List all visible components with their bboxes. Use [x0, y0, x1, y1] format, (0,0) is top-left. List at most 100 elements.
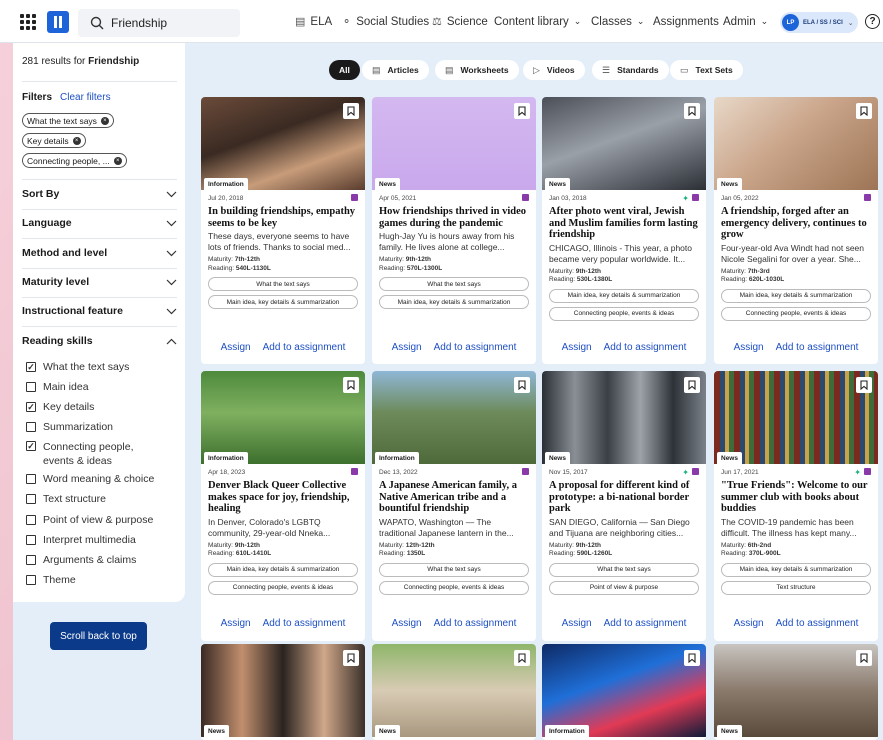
checkbox-1[interactable]: ✓ What the text says — [26, 361, 129, 373]
tab-all[interactable]: All — [329, 60, 360, 80]
bookmark-icon[interactable] — [343, 650, 359, 666]
bookmark-icon[interactable] — [684, 650, 700, 666]
checkbox-10[interactable]: Arguments & claims — [26, 554, 136, 566]
checkbox-7[interactable]: Text structure — [26, 493, 106, 505]
bookmark-icon[interactable] — [343, 103, 359, 119]
accordion-sort-by[interactable]: Sort By — [22, 184, 177, 204]
apps-grid-icon[interactable] — [20, 14, 36, 30]
assign-link[interactable]: Assign — [392, 618, 422, 629]
card-title[interactable]: A Japanese American family, a Native Ame… — [379, 480, 531, 515]
accordion-language[interactable]: Language — [22, 213, 177, 233]
assign-link[interactable]: Assign — [562, 618, 592, 629]
content-card[interactable]: Information Dec 13, 2022 A Japanese Americ… — [372, 371, 536, 641]
checkbox-2[interactable]: Main idea — [26, 381, 89, 393]
skill-tag[interactable]: What the text says — [379, 277, 529, 291]
card-thumbnail[interactable]: Information — [201, 371, 365, 464]
accordion-maturity-level[interactable]: Maturity level — [22, 272, 177, 292]
add-to-assignment-link[interactable]: Add to assignment — [263, 342, 346, 353]
skill-tag[interactable]: Main idea, key details & summarization — [721, 562, 871, 577]
checked-icon[interactable]: ✓ — [26, 441, 36, 451]
skill-tag[interactable]: Main idea, key details & summarization — [379, 295, 529, 309]
user-menu[interactable]: LP ELA / SS / SCI ⌄ — [780, 12, 858, 33]
content-card[interactable]: News — [201, 644, 365, 740]
content-card[interactable]: News Apr 05, 2021 How friendships thrived … — [372, 97, 536, 364]
add-to-assignment-link[interactable]: Add to assignment — [434, 618, 517, 629]
card-title[interactable]: After photo went viral, Jewish and Musli… — [549, 206, 701, 241]
checkbox-5[interactable]: ✓ Connecting people, events & ideas — [26, 440, 166, 468]
add-to-assignment-link[interactable]: Add to assignment — [263, 618, 346, 629]
tab-text-sets[interactable]: ▭ Text Sets — [670, 60, 743, 80]
skill-tag[interactable]: Main idea, key details & summarization — [549, 288, 699, 303]
tab-worksheets[interactable]: ▤ Worksheets — [435, 60, 519, 80]
unchecked-icon[interactable] — [26, 535, 36, 545]
bookmark-icon[interactable] — [514, 377, 530, 393]
checked-icon[interactable]: ✓ — [26, 402, 36, 412]
nav-content-library[interactable]: Content library ⌄ — [494, 0, 581, 43]
filter-chip[interactable]: Key details × — [22, 133, 86, 148]
accordion-reading-skills[interactable]: Reading skills — [22, 331, 177, 351]
bookmark-icon[interactable] — [684, 377, 700, 393]
filter-chip[interactable]: What the text says × — [22, 113, 114, 128]
checked-icon[interactable]: ✓ — [26, 362, 36, 372]
checkbox-8[interactable]: Point of view & purpose — [26, 514, 153, 526]
nav-assignments[interactable]: Assignments — [653, 0, 719, 43]
card-thumbnail[interactable]: Information — [201, 97, 365, 190]
skill-tag[interactable]: What the text says — [379, 562, 529, 577]
card-thumbnail[interactable]: News — [542, 97, 706, 190]
content-card[interactable]: News Nov 15, 2017 ✦ A proposal for differen… — [542, 371, 706, 641]
checkbox-3[interactable]: ✓ Key details — [26, 401, 94, 413]
checkbox-4[interactable]: Summarization — [26, 421, 113, 433]
unchecked-icon[interactable] — [26, 555, 36, 565]
nav-classes[interactable]: Classes ⌄ — [591, 0, 644, 43]
assign-link[interactable]: Assign — [221, 342, 251, 353]
checkbox-9[interactable]: Interpret multimedia — [26, 534, 136, 546]
search-box[interactable] — [78, 9, 240, 37]
card-thumbnail[interactable]: News — [714, 371, 878, 464]
unchecked-icon[interactable] — [26, 474, 36, 484]
skill-tag[interactable]: Main idea, key details & summarization — [721, 288, 871, 303]
card-thumbnail[interactable]: Information — [372, 371, 536, 464]
assign-link[interactable]: Assign — [221, 618, 251, 629]
bookmark-icon[interactable] — [856, 650, 872, 666]
card-title[interactable]: Denver Black Queer Collective makes spac… — [208, 480, 360, 515]
skill-tag[interactable]: Main idea, key details & summarization — [208, 562, 358, 577]
add-to-assignment-link[interactable]: Add to assignment — [776, 618, 859, 629]
assign-link[interactable]: Assign — [734, 342, 764, 353]
nav-admin[interactable]: Admin ⌄ — [723, 0, 768, 43]
unchecked-icon[interactable] — [26, 575, 36, 585]
accordion-instructional-feature[interactable]: Instructional feature — [22, 301, 177, 321]
content-card[interactable]: News Jan 03, 2018 ✦ After photo went viral,… — [542, 97, 706, 364]
card-title[interactable]: How friendships thrived in video games d… — [379, 206, 531, 229]
skill-tag[interactable]: Connecting people, events & ideas — [549, 306, 699, 321]
assign-link[interactable]: Assign — [562, 342, 592, 353]
card-thumbnail[interactable]: Information — [542, 644, 706, 737]
card-title[interactable]: A proposal for different kind of prototy… — [549, 480, 701, 515]
card-thumbnail[interactable]: News — [542, 371, 706, 464]
nav-ela[interactable]: ▤ ELA — [295, 0, 332, 43]
newsela-logo[interactable] — [47, 11, 69, 33]
checkbox-11[interactable]: Theme — [26, 574, 76, 586]
bookmark-icon[interactable] — [343, 377, 359, 393]
content-card[interactable]: News Jun 17, 2021 ✦ "True Friends": Welcome… — [714, 371, 878, 641]
assign-link[interactable]: Assign — [392, 342, 422, 353]
content-card[interactable]: News — [372, 644, 536, 740]
card-title[interactable]: A friendship, forged after an emergency … — [721, 206, 873, 241]
add-to-assignment-link[interactable]: Add to assignment — [776, 342, 859, 353]
bookmark-icon[interactable] — [514, 103, 530, 119]
unchecked-icon[interactable] — [26, 494, 36, 504]
add-to-assignment-link[interactable]: Add to assignment — [434, 342, 517, 353]
bookmark-icon[interactable] — [684, 103, 700, 119]
card-title[interactable]: "True Friends": Welcome to our summer cl… — [721, 480, 873, 515]
content-card[interactable]: Information Jul 20, 2018 In building frien… — [201, 97, 365, 364]
bookmark-icon[interactable] — [514, 650, 530, 666]
scroll-back-to-top-button[interactable]: Scroll back to top — [50, 622, 147, 650]
filter-chip[interactable]: Connecting people, ... × — [22, 153, 127, 168]
skill-tag[interactable]: Connecting people, events & ideas — [379, 580, 529, 595]
content-card[interactable]: News Jan 05, 2022 A friendship, forged aft… — [714, 97, 878, 364]
card-thumbnail[interactable]: News — [201, 644, 365, 737]
tab-standards[interactable]: ☰ Standards — [592, 60, 669, 80]
clear-filters-link[interactable]: Clear filters — [60, 92, 111, 103]
close-icon[interactable]: × — [72, 136, 81, 145]
unchecked-icon[interactable] — [26, 515, 36, 525]
tab-videos[interactable]: ▷ Videos — [523, 60, 585, 80]
